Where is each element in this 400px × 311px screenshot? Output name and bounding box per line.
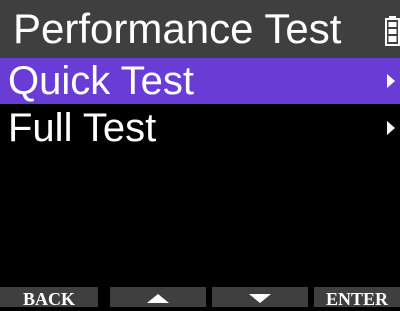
enter-button-label: ENTER: [325, 289, 388, 309]
menu-item-full-test[interactable]: Full Test: [0, 105, 400, 151]
page-title: Performance Test: [13, 5, 342, 52]
arrow-down-icon: [249, 294, 271, 303]
down-button[interactable]: [212, 287, 308, 307]
arrow-up-icon: [147, 294, 169, 303]
back-button[interactable]: BACK: [0, 287, 98, 309]
battery-icon: [385, 16, 400, 46]
up-button[interactable]: [110, 287, 206, 307]
menu-item-label: Full Test: [8, 106, 157, 150]
chevron-right-icon: [387, 74, 395, 88]
chevron-right-icon: [387, 121, 395, 135]
title-bar: Performance Test: [0, 0, 400, 58]
menu-item-label: Quick Test: [8, 59, 194, 103]
menu-item-quick-test[interactable]: Quick Test: [0, 58, 400, 104]
back-button-label: BACK: [22, 289, 75, 309]
enter-button[interactable]: ENTER: [314, 287, 400, 309]
